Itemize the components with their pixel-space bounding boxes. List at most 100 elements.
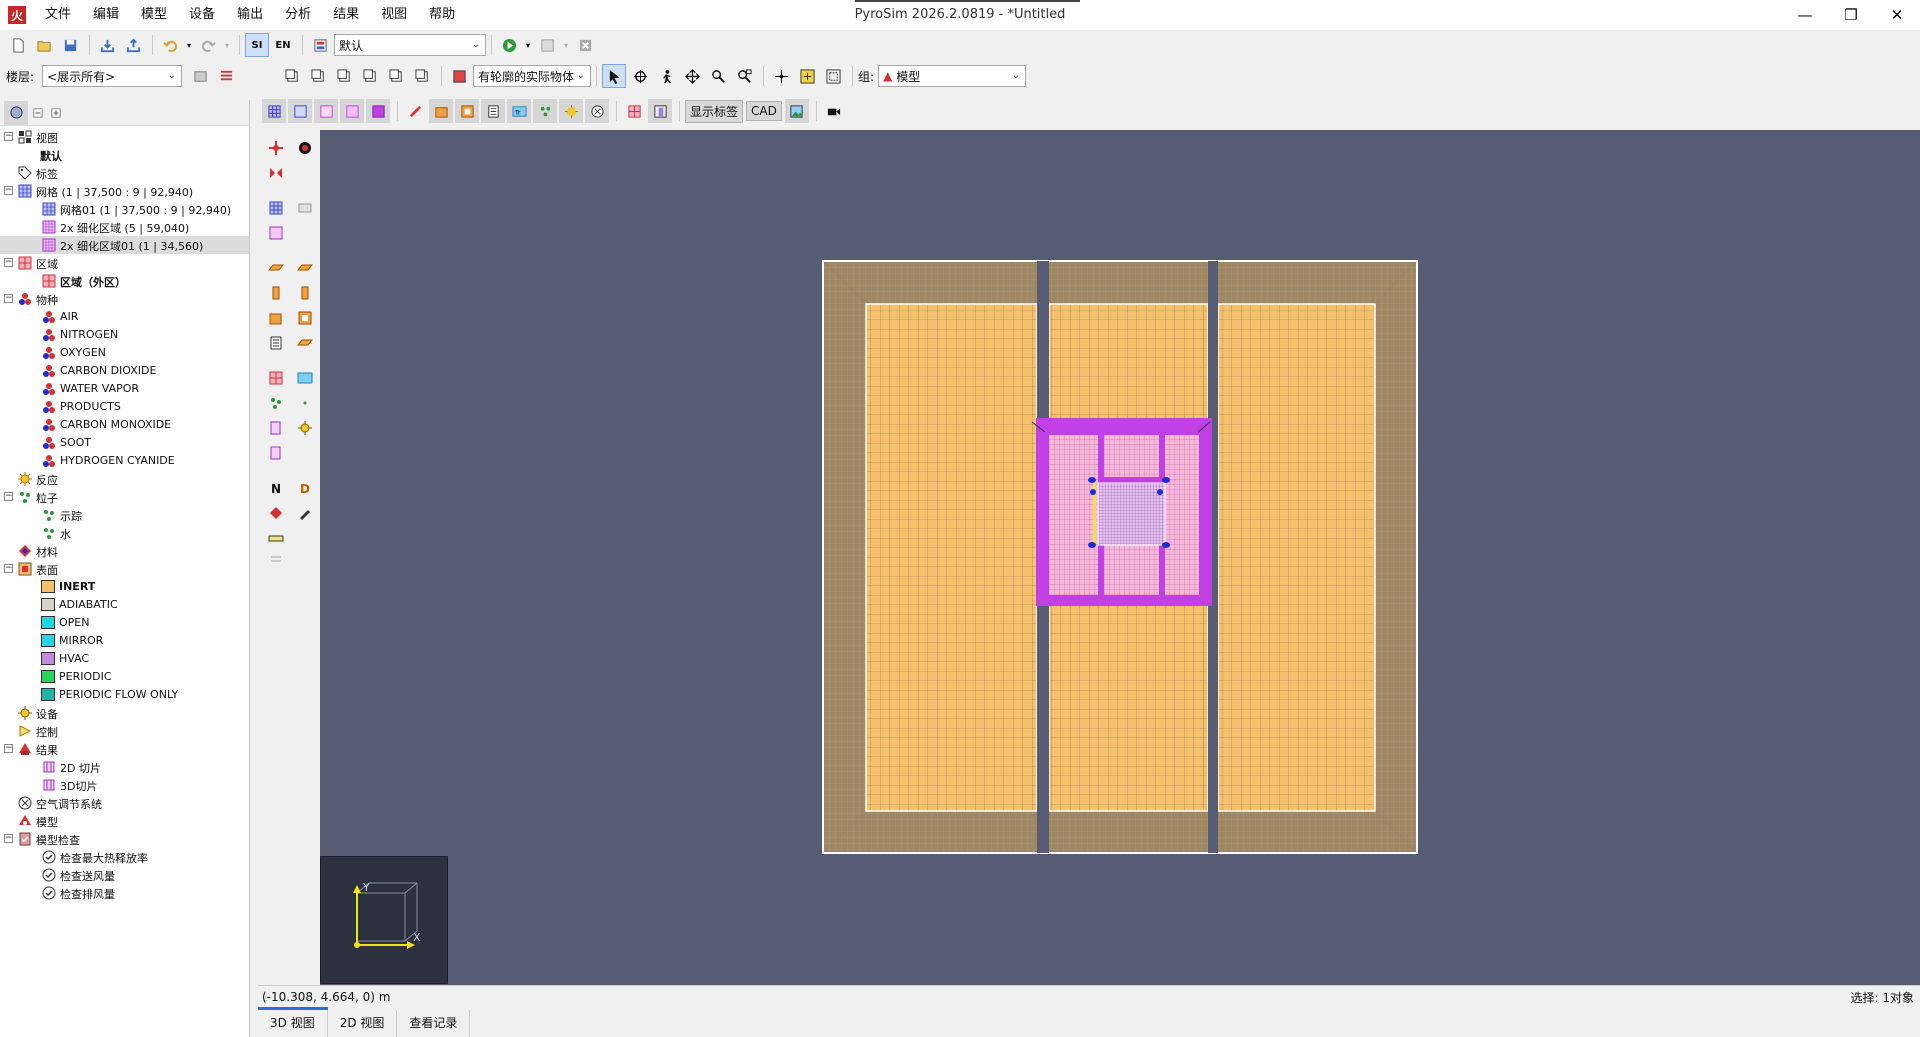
redo-dropdown-icon[interactable]: ▾ bbox=[222, 33, 232, 57]
tree-item[interactable]: PERIODIC bbox=[0, 668, 249, 686]
tab-3d-view[interactable]: 3D 视图 bbox=[258, 1010, 328, 1037]
tree-item[interactable]: 水 bbox=[0, 524, 249, 542]
cad-button[interactable]: CAD bbox=[746, 101, 782, 121]
tab-2d-view[interactable]: 2D 视图 bbox=[328, 1010, 398, 1037]
rotate-tool-icon[interactable] bbox=[295, 138, 315, 158]
tree-item[interactable]: 默认 bbox=[0, 146, 249, 164]
show-holes-icon[interactable] bbox=[455, 99, 479, 123]
tree-item[interactable]: 2x 细化区域01 (1 | 34,560) bbox=[0, 236, 249, 254]
tree-item[interactable]: 区域（外区） bbox=[0, 272, 249, 290]
draw-zone-icon[interactable] bbox=[266, 368, 286, 388]
view-bottom-icon[interactable] bbox=[410, 64, 434, 88]
draw-refine-icon[interactable] bbox=[266, 223, 286, 243]
tree-item[interactable]: CARBON MONOXIDE bbox=[0, 416, 249, 434]
draw-hole-icon[interactable] bbox=[295, 333, 315, 353]
wall-left[interactable] bbox=[823, 261, 866, 853]
wall-bottom[interactable] bbox=[823, 811, 1417, 853]
tree-item[interactable]: SOOT bbox=[0, 434, 249, 452]
selection-handle[interactable] bbox=[1162, 542, 1170, 548]
orbit-tool-icon[interactable] bbox=[628, 64, 652, 88]
en-units-button[interactable]: EN bbox=[271, 33, 295, 57]
import-icon[interactable] bbox=[95, 33, 119, 57]
tree-item[interactable]: 模型 bbox=[0, 812, 249, 830]
tree-item[interactable]: MIRROR bbox=[0, 632, 249, 650]
view-left-icon[interactable] bbox=[332, 64, 356, 88]
show-refine-outline-icon[interactable] bbox=[340, 99, 364, 123]
tree-item[interactable]: NITROGEN bbox=[0, 326, 249, 344]
zoom-extents-icon[interactable] bbox=[795, 64, 819, 88]
expand-all-icon[interactable] bbox=[48, 101, 64, 125]
view-back-icon[interactable] bbox=[306, 64, 330, 88]
tree-item[interactable]: − 视图 bbox=[0, 128, 249, 146]
tree-item[interactable]: 空气调节系统 bbox=[0, 794, 249, 812]
tree-expander-icon[interactable]: − bbox=[4, 834, 13, 843]
tree-item[interactable]: OPEN bbox=[0, 614, 249, 632]
tree-item[interactable]: OXYGEN bbox=[0, 344, 249, 362]
tree-expander-icon[interactable]: − bbox=[4, 186, 13, 195]
tree-expander-icon[interactable]: − bbox=[4, 492, 13, 501]
tree-item[interactable]: − 模型检查 bbox=[0, 830, 249, 848]
draw-mesh-icon[interactable] bbox=[266, 198, 286, 218]
minimize-icon[interactable]: — bbox=[1782, 0, 1828, 30]
draw-temp-icon[interactable] bbox=[295, 368, 315, 388]
model-canvas[interactable] bbox=[320, 130, 1920, 985]
run-dropdown-icon[interactable]: ▾ bbox=[523, 33, 533, 57]
menu-item[interactable]: 文件 bbox=[34, 0, 82, 30]
wall-right[interactable] bbox=[1375, 261, 1417, 853]
menu-item[interactable]: 分析 bbox=[274, 0, 322, 30]
view-top-icon[interactable] bbox=[384, 64, 408, 88]
floor-settings-icon[interactable] bbox=[188, 64, 212, 88]
tree-expander-icon[interactable]: − bbox=[4, 744, 13, 753]
undo-dropdown-icon[interactable]: ▾ bbox=[184, 33, 194, 57]
floor-select[interactable]: <展示所有> ⌄ bbox=[42, 65, 183, 87]
show-fire-icon[interactable] bbox=[559, 99, 583, 123]
show-refine-cells-icon[interactable] bbox=[366, 99, 390, 123]
refine-cell-top[interactable] bbox=[1104, 435, 1159, 477]
zoom-box-tool-icon[interactable] bbox=[732, 64, 756, 88]
scenario-select[interactable]: 默认 ⌄ bbox=[334, 34, 486, 56]
tree-item[interactable]: 示踪 bbox=[0, 506, 249, 524]
tab-log[interactable]: 查看记录 bbox=[397, 1010, 471, 1037]
close-icon[interactable]: ✕ bbox=[1874, 0, 1920, 30]
draw-room-icon[interactable] bbox=[295, 308, 315, 328]
menu-item[interactable]: 设备 bbox=[178, 0, 226, 30]
wall-top[interactable] bbox=[823, 261, 1417, 304]
show-vents-icon[interactable] bbox=[481, 99, 505, 123]
walk-tool-icon[interactable] bbox=[654, 64, 678, 88]
results-viewer-icon[interactable] bbox=[535, 33, 559, 57]
selection-handle[interactable] bbox=[1157, 489, 1163, 495]
draw-3d-slice-icon[interactable] bbox=[266, 443, 286, 463]
tree-item[interactable]: AIR bbox=[0, 308, 249, 326]
redo-icon[interactable] bbox=[196, 33, 220, 57]
tree-item[interactable]: 检查送风量 bbox=[0, 866, 249, 884]
draw-point-icon[interactable] bbox=[295, 393, 315, 413]
floor-panel-left[interactable] bbox=[865, 303, 1038, 812]
tree-item[interactable]: 2D 切片 bbox=[0, 758, 249, 776]
tree-item[interactable]: − 物种 bbox=[0, 290, 249, 308]
tree-item[interactable]: − 表面 bbox=[0, 560, 249, 578]
selection-handle[interactable] bbox=[1090, 489, 1096, 495]
mirror-tool-icon[interactable] bbox=[266, 163, 286, 183]
tree-item[interactable]: 检查排风量 bbox=[0, 884, 249, 902]
refine-cell-left[interactable] bbox=[1049, 435, 1098, 595]
floor-list-icon[interactable] bbox=[214, 64, 238, 88]
view-right-icon[interactable] bbox=[358, 64, 382, 88]
move-tool-icon[interactable] bbox=[266, 138, 286, 158]
draw-block-icon[interactable] bbox=[266, 308, 286, 328]
tree-expander-icon[interactable]: − bbox=[4, 294, 13, 303]
dimension-icon[interactable]: D bbox=[295, 478, 315, 498]
menu-item[interactable]: 帮助 bbox=[418, 0, 466, 30]
camera-icon[interactable] bbox=[822, 99, 846, 123]
tree-item[interactable]: 材料 bbox=[0, 542, 249, 560]
show-devices-icon[interactable] bbox=[403, 99, 427, 123]
eyedropper-icon[interactable] bbox=[295, 503, 315, 523]
render-mode-icon[interactable] bbox=[447, 64, 471, 88]
selection-handle[interactable] bbox=[1162, 477, 1170, 483]
new-file-icon[interactable] bbox=[6, 33, 30, 57]
reset-view-icon[interactable] bbox=[769, 64, 793, 88]
measure-icon[interactable] bbox=[266, 528, 286, 548]
floor-panel-right[interactable] bbox=[1217, 303, 1376, 812]
draw-wall-2-icon[interactable] bbox=[295, 283, 315, 303]
tree-item[interactable]: CARBON DIOXIDE bbox=[0, 362, 249, 380]
undo-icon[interactable] bbox=[158, 33, 182, 57]
